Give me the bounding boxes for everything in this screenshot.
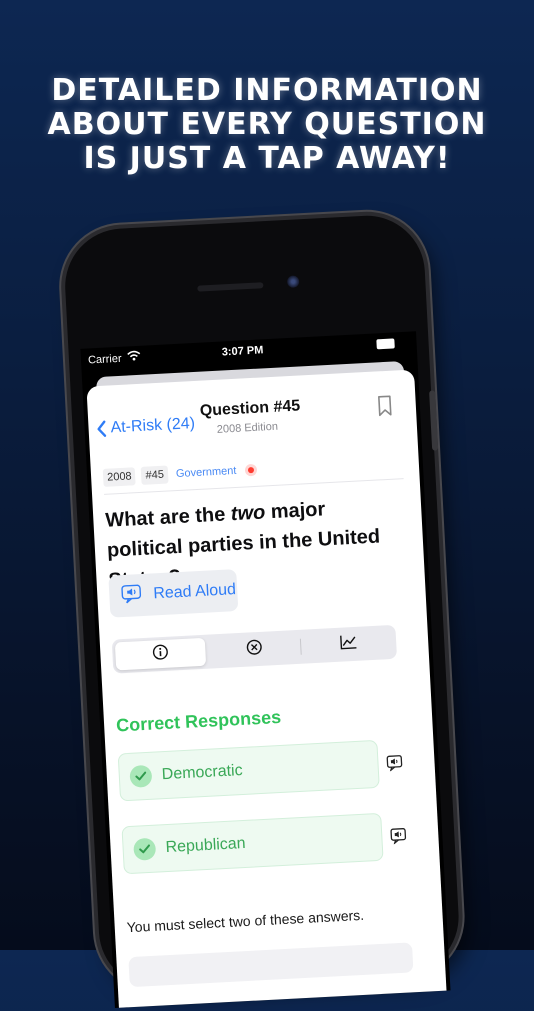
earpiece-speaker xyxy=(197,282,264,292)
next-card xyxy=(128,942,414,988)
tag-year: 2008 xyxy=(102,467,137,487)
tab-stats[interactable] xyxy=(303,628,394,661)
chart-icon xyxy=(339,633,358,655)
question-emphasis: two xyxy=(230,501,266,526)
chevron-left-icon xyxy=(96,420,107,438)
correct-responses-title: Correct Responses xyxy=(115,706,282,736)
speaker-icon xyxy=(121,583,142,609)
back-button[interactable]: At-Risk (24) xyxy=(96,415,195,438)
carrier-label: Carrier xyxy=(87,352,122,367)
tag-category[interactable]: Government xyxy=(173,462,238,483)
front-camera xyxy=(286,275,300,288)
answer-label: Republican xyxy=(165,834,247,857)
answer-speaker-icon[interactable] xyxy=(390,828,407,850)
status-time: 3:07 PM xyxy=(221,344,264,359)
page-title: Question #45 xyxy=(199,397,301,420)
answer-option[interactable]: Democratic xyxy=(117,739,380,802)
question-sheet: At-Risk (24) Question #45 2008 Edition 2… xyxy=(86,369,448,1008)
check-icon xyxy=(129,764,153,788)
info-icon xyxy=(152,643,169,665)
check-icon xyxy=(133,837,157,861)
bookmark-icon[interactable] xyxy=(377,395,392,423)
side-button xyxy=(429,390,439,451)
headline-line-1: DETAILED INFORMATION xyxy=(51,73,483,108)
back-button-label: At-Risk (24) xyxy=(110,415,196,437)
read-aloud-button[interactable]: Read Aloud xyxy=(108,569,239,618)
phone-mockup: Carrier 3:07 PM At-Risk (24) Question #4… xyxy=(62,212,472,1010)
headline-line-2: ABOUT EVERY QUESTION xyxy=(47,107,487,142)
tab-info[interactable] xyxy=(114,637,207,671)
battery-icon xyxy=(376,338,395,350)
segment-divider xyxy=(299,638,302,655)
question-tags: 2008 #45 Government xyxy=(102,461,255,487)
answer-label: Democratic xyxy=(161,761,244,784)
tag-number: #45 xyxy=(141,465,169,485)
at-risk-dot-icon xyxy=(248,466,255,474)
phone-body: Carrier 3:07 PM At-Risk (24) Question #4… xyxy=(62,212,462,1008)
wifi-icon xyxy=(127,350,142,365)
promo-headline: DETAILED INFORMATION ABOUT EVERY QUESTIO… xyxy=(0,74,534,176)
segmented-control xyxy=(111,624,398,674)
answer-option[interactable]: Republican xyxy=(121,812,384,875)
answer-speaker-icon[interactable] xyxy=(386,755,403,777)
answer-requirement-note: You must select two of these answers. xyxy=(126,906,365,936)
page-subtitle: 2008 Edition xyxy=(216,420,279,436)
headline-line-3: IS JUST A TAP AWAY! xyxy=(83,141,451,176)
x-circle-icon xyxy=(246,638,263,660)
tab-incorrect[interactable] xyxy=(209,633,300,666)
question-prefix: What are the xyxy=(104,503,232,532)
read-aloud-label: Read Aloud xyxy=(152,581,237,603)
phone-screen: Carrier 3:07 PM At-Risk (24) Question #4… xyxy=(80,331,451,1008)
